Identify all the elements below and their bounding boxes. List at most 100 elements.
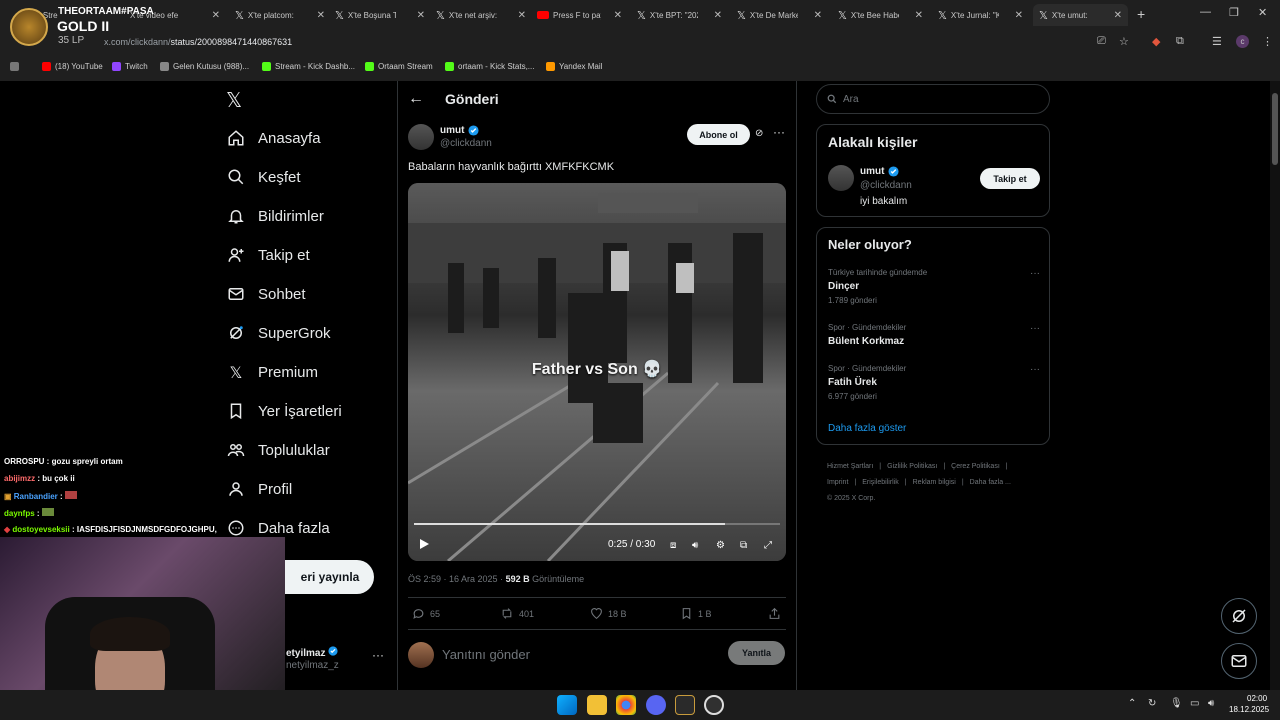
trend-item[interactable]: Türkiye tarihinde gündemde Dinçer 1.789 … [828,268,1040,305]
trend-item[interactable]: Spor · Gündemdekiler Fatih Ürek 6.977 gö… [828,364,1040,401]
share-action[interactable] [768,607,786,620]
close-icon[interactable]: ✕ [814,10,822,21]
reply-button[interactable]: Yanıtla [728,641,785,665]
settings-icon[interactable]: ⚙ [716,540,725,551]
media-icon[interactable]: ☰ [1212,35,1222,48]
close-icon[interactable]: ✕ [317,10,325,21]
bookmark-ortaam-stream[interactable]: Ortaam Stream [365,62,433,71]
scrollbar[interactable] [1270,81,1280,690]
more-dots-icon[interactable]: ··· [1030,323,1040,334]
extension-icon[interactable]: ◆ [1152,35,1160,48]
nav-supergrok[interactable]: SuperGrok [226,318,331,348]
star-icon[interactable]: ☆ [1119,35,1129,48]
show-more-link[interactable]: Daha fazla göster [828,423,906,434]
grok-fab-button[interactable] [1221,598,1257,634]
footer-link[interactable]: Gizlilik Politikası [887,463,937,470]
avatar[interactable] [828,165,854,191]
maximize-button[interactable]: ❐ [1229,6,1239,19]
bookmark-gmail[interactable]: Gelen Kutusu (988)... [160,62,249,71]
video-player[interactable]: Father vs Son 💀 0:25 / 0:30 ⧈ 🔊︎ ⚙ ⧉ ⤢ [408,183,786,561]
new-tab-button[interactable]: + [1137,6,1145,22]
author-handle[interactable]: @clickdann [440,138,492,149]
nav-home[interactable]: Anasayfa [226,123,321,153]
nav-explore[interactable]: Keşfet [226,162,301,192]
nav-chat[interactable]: Sohbet [226,279,306,309]
footer-link[interactable]: Imprint [827,479,848,486]
x-logo-icon[interactable]: 𝕏 [226,88,242,112]
close-icon[interactable]: ✕ [1114,10,1122,21]
nav-communities[interactable]: Topluluklar [226,435,330,465]
profile-avatar[interactable]: c [1236,35,1249,48]
file-explorer-icon[interactable] [587,695,607,715]
fullscreen-icon[interactable]: ⤢ [764,540,772,551]
bookmark-kick-dashboard[interactable]: Stream - Kick Dashb... [262,62,355,71]
tab-6[interactable]: 𝕏X'te BPT: "2025✕ [637,4,722,26]
more-dots-icon[interactable]: ··· [372,648,384,662]
close-icon[interactable]: ✕ [212,10,220,21]
subscribe-button[interactable]: Abone ol [687,124,750,145]
close-icon[interactable]: ✕ [714,10,722,21]
like-action[interactable]: 18 B [590,607,627,620]
tab-9[interactable]: 𝕏X'te Jurnal: "Ka✕ [938,4,1023,26]
tab-10-active[interactable]: 𝕏 X'te umut: ✕ [1033,4,1128,26]
tab-8[interactable]: 𝕏X'te Bee Haber✕ [838,4,923,26]
author-name[interactable]: umut [440,125,464,136]
repost-action[interactable]: 401 [500,607,534,620]
window-close-button[interactable]: ✕ [1258,6,1267,19]
display-icon[interactable]: ▭ [1190,698,1199,709]
footer-link[interactable]: Çerez Politikası [951,463,1000,470]
tab-3[interactable]: 𝕏 X'te Boşuna Ti ✕ [335,4,425,26]
footer-link[interactable]: Daha fazla ... [970,479,1011,486]
bookmark-action[interactable]: 1 B [680,607,712,620]
obs-icon[interactable] [704,695,724,715]
tab-2[interactable]: 𝕏 X'te platcom: ' ✕ [235,4,325,26]
nav-follow[interactable]: Takip et [226,240,310,270]
bookmark-kick-stats[interactable]: ortaam - Kick Stats,... [445,62,534,71]
author-avatar[interactable] [408,124,434,150]
minimize-button[interactable]: — [1200,6,1211,18]
more-dots-icon[interactable]: ··· [1030,364,1040,375]
mic-icon[interactable]: 🎙︎ [1170,698,1183,709]
follow-button[interactable]: Takip et [980,168,1040,189]
play-icon[interactable] [418,538,430,550]
close-icon[interactable]: ✕ [518,10,526,21]
sync-icon[interactable]: ↻ [1148,698,1156,709]
footer-link[interactable]: Reklam bilgisi [913,479,956,486]
chevron-up-icon[interactable]: ⌃ [1128,698,1136,709]
nav-bookmarks[interactable]: Yer İşaretleri [226,396,342,426]
install-icon[interactable]: ⎚ [1097,35,1106,48]
bookmark-twitch[interactable]: Twitch [112,62,148,71]
more-dots-icon[interactable]: ··· [773,125,785,139]
nav-premium[interactable]: 𝕏 Premium [226,357,318,387]
tab-5[interactable]: Press F to pay ✕ [537,4,622,26]
video-progress-bar[interactable] [414,523,780,525]
menu-icon[interactable]: ⋮ [1262,35,1273,48]
apps-icon[interactable] [10,62,23,71]
puzzle-icon[interactable]: ⧉ [1176,35,1184,48]
footer-link[interactable]: Hizmet Şartları [827,463,873,470]
tab-7[interactable]: 𝕏 X'te De Marke ✕ [737,4,822,26]
league-client-icon[interactable] [675,695,695,715]
related-name[interactable]: umut [860,166,884,177]
close-icon[interactable]: ✕ [417,10,425,21]
bookmark-youtube[interactable]: (18) YouTube [42,62,103,71]
bookmark-yandex-mail[interactable]: Yandex Mail [546,62,602,71]
footer-link[interactable]: Erişilebilirlik [862,479,899,486]
reply-input[interactable]: Yanıtını gönder [442,647,530,662]
search-input[interactable]: Ara [816,84,1050,114]
messages-fab-button[interactable] [1221,643,1257,679]
scrollbar-thumb[interactable] [1272,93,1278,165]
chrome-icon[interactable] [616,695,636,715]
trend-item[interactable]: Spor · Gündemdekiler Bülent Korkmaz ··· [828,323,1040,347]
nav-notifications[interactable]: Bildirimler [226,201,324,231]
close-icon[interactable]: ✕ [614,10,622,21]
more-dots-icon[interactable]: ··· [1030,268,1040,279]
grok-icon[interactable]: ⊘ [755,128,763,139]
windows-start-icon[interactable] [557,695,577,715]
nav-profile[interactable]: Profil [226,474,292,504]
reply-action[interactable]: 65 [412,607,440,620]
discord-icon[interactable] [646,695,666,715]
close-icon[interactable]: ✕ [1015,10,1023,21]
tab-4[interactable]: 𝕏 X'te net arşiv: ' ✕ [436,4,526,26]
speaker-icon[interactable]: 🔊︎ [1208,698,1214,709]
